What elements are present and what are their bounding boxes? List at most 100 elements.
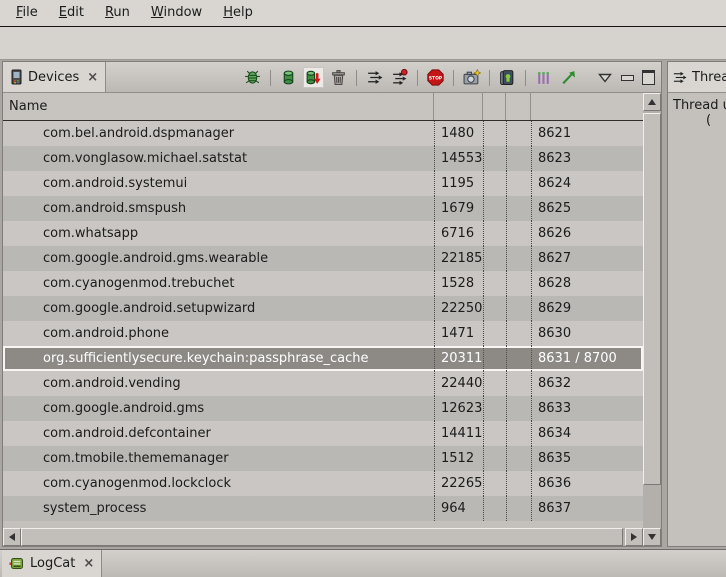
process-status1 [483,221,506,246]
process-pid: 1512 [434,446,483,471]
update-heap-icon[interactable] [278,67,299,88]
menu-item[interactable]: Help [218,0,258,26]
process-row[interactable]: com.android.smspush 1679 8625 [3,196,643,221]
tab-logcat[interactable]: LogCat × [2,550,102,577]
process-port: 8635 [531,446,643,471]
vertical-scrollbar[interactable] [643,93,661,546]
process-port: 8636 [531,471,643,496]
threads-tabbar: Threa [668,62,726,93]
process-row[interactable]: com.android.systemui 1195 8624 [3,171,643,196]
main-toolbar [0,27,726,60]
minimize-button[interactable] [621,75,634,81]
systrace-icon[interactable] [558,67,579,88]
dump-hprof-icon[interactable] [303,67,324,88]
process-row[interactable]: system_process 964 8637 [3,496,643,521]
profiling-bars-icon[interactable] [533,67,554,88]
devices-tabbar: Devices × [3,62,661,93]
process-status2 [506,146,531,171]
process-pid: 1471 [434,321,483,346]
process-name: system_process [3,496,434,521]
view-menu-button[interactable] [597,70,613,86]
column-header-status1[interactable] [483,93,506,120]
process-name: com.android.systemui [3,171,434,196]
tab-logcat-label: LogCat [30,556,75,571]
column-header-name[interactable]: Name [3,93,434,120]
process-row[interactable]: com.whatsapp 6716 8626 [3,221,643,246]
process-pid: 14553 [434,146,483,171]
column-header-pid[interactable] [434,93,483,120]
process-status1 [483,246,506,271]
maximize-button[interactable] [642,70,655,85]
horizontal-scrollbar[interactable] [3,528,643,546]
column-header-status2[interactable] [506,93,531,120]
scroll-down-button[interactable] [643,528,661,546]
process-status2 [506,296,531,321]
cause-gc-icon[interactable] [328,67,349,88]
column-header-port[interactable] [531,93,643,120]
process-row[interactable]: com.google.android.setupwizard 22250 862… [3,296,643,321]
menu-bar: File Edit Run Window Help [0,0,726,27]
process-status1 [483,446,506,471]
process-pid: 22250 [434,296,483,321]
process-row[interactable]: com.google.android.gms.wearable 22185 86… [3,246,643,271]
process-port: 8634 [531,421,643,446]
start-method-profiling-icon[interactable] [389,67,410,88]
process-name: com.whatsapp [3,221,434,246]
threads-panel: Threa Thread up ( [667,61,726,547]
tab-devices[interactable]: Devices × [3,62,106,92]
process-row[interactable]: com.android.vending 22440 8632 [3,371,643,396]
process-status2 [506,196,531,221]
process-row[interactable]: com.vonglasow.michael.satstat 14553 8623 [3,146,643,171]
tab-logcat-close-icon[interactable]: × [80,556,94,571]
process-name: com.google.android.gms [3,396,434,421]
toolbar-separator [356,70,357,86]
tab-threads[interactable]: Threa [668,62,726,92]
process-name: com.android.defcontainer [3,421,434,446]
process-row[interactable]: com.tmobile.thememanager 1512 8635 [3,446,643,471]
tab-threads-label: Threa [692,70,726,85]
left-arrow-icon [9,533,15,541]
screen-record-icon[interactable] [497,67,518,88]
scroll-left-button[interactable] [3,528,21,546]
process-row[interactable]: com.bel.android.dspmanager 1480 8621 [3,121,643,146]
menu-item[interactable]: Run [100,0,135,26]
process-row[interactable]: com.android.phone 1471 8630 [3,321,643,346]
tab-devices-close-icon[interactable]: × [84,70,98,85]
process-row[interactable]: com.cyanogenmod.lockclock 22265 8636 [3,471,643,496]
process-status2 [506,496,531,521]
vertical-scroll-thumb[interactable] [643,113,661,485]
menu-item[interactable]: File [11,0,43,26]
process-row[interactable]: com.google.android.gms 12623 8633 [3,396,643,421]
process-name: com.google.android.gms.wearable [3,246,434,271]
process-port: 8626 [531,221,643,246]
scroll-right-button[interactable] [625,528,643,546]
process-row[interactable]: com.cyanogenmod.trebuchet 1528 8628 [3,271,643,296]
toolbar-separator [453,70,454,86]
horizontal-scroll-thumb[interactable] [21,528,623,546]
menu-item[interactable]: Edit [54,0,89,26]
process-port: 8630 [531,321,643,346]
process-status2 [506,171,531,196]
vertical-scroll-track[interactable] [643,111,661,528]
horizontal-scroll-track[interactable] [21,528,625,546]
process-status1 [483,346,506,371]
toolbar-separator [489,70,490,86]
menu-item[interactable]: Window [146,0,207,26]
process-pid: 12623 [434,396,483,421]
process-pid: 1480 [434,121,483,146]
tab-devices-label: Devices [28,70,79,85]
debug-icon[interactable] [242,67,263,88]
stop-process-icon[interactable]: STOP [425,67,446,88]
devices-toolbar: STOP [242,62,657,93]
scroll-up-button[interactable] [643,93,661,111]
device-phone-icon [10,69,23,85]
process-row[interactable]: com.android.defcontainer 14411 8634 [3,421,643,446]
threads-message-line2: ( [673,113,726,128]
screen-capture-icon[interactable] [461,67,482,88]
toolbar-separator [525,70,526,86]
process-row[interactable]: org.sufficientlysecure.keychain:passphra… [3,346,643,371]
process-name: com.android.vending [3,371,434,396]
process-status2 [506,371,531,396]
update-threads-icon[interactable] [364,67,385,88]
process-name: com.cyanogenmod.lockclock [3,471,434,496]
